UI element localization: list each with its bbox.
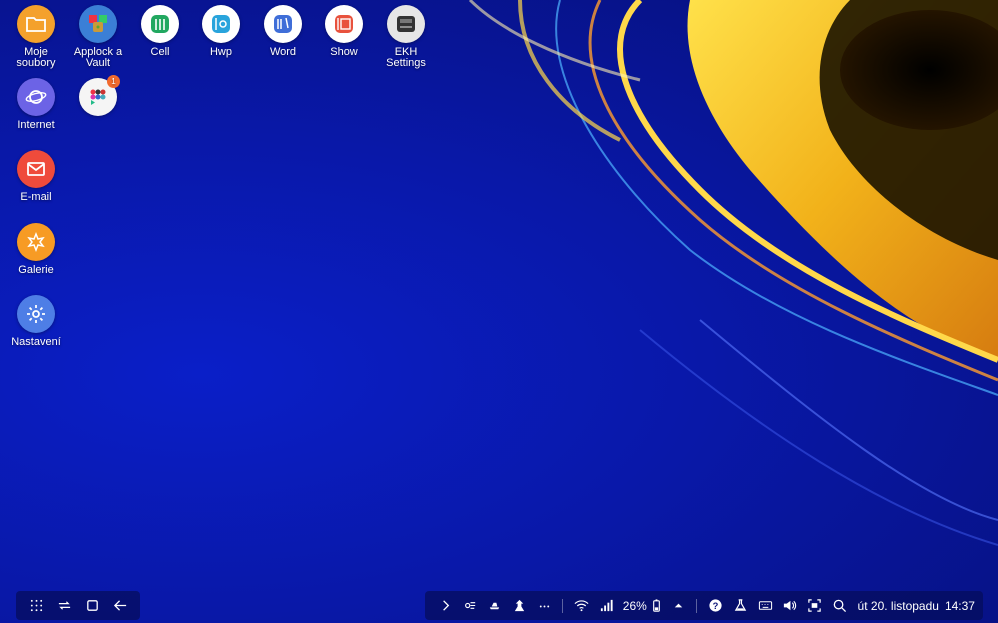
wifi-icon[interactable]: [569, 593, 594, 619]
gallery-flower-icon: [17, 223, 55, 261]
desktop-icon-applock[interactable]: Applock a Vault: [67, 0, 129, 69]
notification-app-icon-3[interactable]: [507, 593, 532, 619]
spreadsheet-icon: [141, 5, 179, 43]
desktop-icon-hwp[interactable]: Hwp: [190, 0, 252, 58]
desktop-icon-ekh-settings[interactable]: EKH Settings: [375, 0, 437, 69]
svg-text:?: ?: [713, 601, 719, 611]
desktop-icon-email[interactable]: E-mail: [5, 145, 67, 203]
notification-app-icon-1[interactable]: [458, 593, 483, 619]
hwp-doc-icon: [202, 5, 240, 43]
help-icon[interactable]: ?: [703, 593, 728, 619]
desktop-icon-label: Cell: [150, 46, 170, 58]
back-arrow-icon[interactable]: [107, 593, 133, 619]
recent-apps-icon[interactable]: [51, 593, 77, 619]
desktop-icon-label: Word: [269, 46, 297, 58]
screenshot-icon[interactable]: [802, 593, 827, 619]
desktop-icon-label: Applock a Vault: [73, 46, 123, 69]
email-icon: [17, 150, 55, 188]
internet-planet-icon: [17, 78, 55, 116]
battery-percentage: 26%: [622, 598, 647, 613]
volume-icon[interactable]: [777, 593, 802, 619]
desktop-icon-show[interactable]: Show: [313, 0, 375, 58]
home-square-icon[interactable]: [79, 593, 105, 619]
desktop-icon-label: Nastavení: [11, 336, 61, 348]
desktop-icon-galerie[interactable]: Galerie: [5, 218, 67, 276]
date-label[interactable]: út 20. listopadu: [858, 599, 939, 613]
wallpaper: [468, 0, 998, 546]
search-icon[interactable]: [827, 593, 852, 619]
desktop-icon-label: Moje soubory: [16, 46, 56, 69]
notification-badge: 1: [107, 75, 120, 88]
taskbar-navigation: [16, 591, 140, 620]
desktop-icon-nastaveni[interactable]: Nastavení: [5, 290, 67, 348]
folder-icon: [17, 5, 55, 43]
keyboard-settings-icon: [387, 5, 425, 43]
desktop-icon-label: Internet: [17, 119, 55, 131]
desktop-icon-internet[interactable]: Internet: [5, 73, 67, 131]
battery-icon[interactable]: [647, 593, 666, 619]
caret-up-icon[interactable]: [666, 593, 691, 619]
desktop-icon-label: Galerie: [18, 264, 54, 276]
keyboard-icon[interactable]: [753, 593, 778, 619]
clock-time[interactable]: 14:37: [945, 599, 975, 613]
desktop-icon-cell[interactable]: Cell: [129, 0, 191, 58]
desktop-icon-label: EKH Settings: [386, 46, 426, 69]
divider: [562, 598, 564, 613]
desktop-icon-app-folder[interactable]: 1: [67, 73, 129, 120]
divider: [696, 598, 698, 613]
desktop-icon-word[interactable]: Word: [252, 0, 314, 58]
desktop-icon-moje-soubory[interactable]: Moje soubory: [5, 0, 67, 69]
apps-grid-icon[interactable]: [23, 593, 49, 619]
notification-app-icon-2[interactable]: [482, 593, 507, 619]
signal-icon[interactable]: [594, 593, 619, 619]
lab-flask-icon[interactable]: [728, 593, 753, 619]
lock-icon: [79, 5, 117, 43]
expand-chevron-icon[interactable]: [433, 593, 458, 619]
more-dots-icon[interactable]: [532, 593, 557, 619]
settings-gear-icon: [17, 295, 55, 333]
desktop-icon-label: Hwp: [209, 46, 232, 58]
desktop-icon-label: E-mail: [20, 191, 52, 203]
taskbar-status: 26% ? út 20. listopadu 14:37: [425, 591, 983, 620]
app-folder-icon: 1: [79, 75, 120, 116]
word-doc-icon: [264, 5, 302, 43]
desktop-icon-label: Show: [330, 46, 358, 58]
presentation-icon: [325, 5, 363, 43]
